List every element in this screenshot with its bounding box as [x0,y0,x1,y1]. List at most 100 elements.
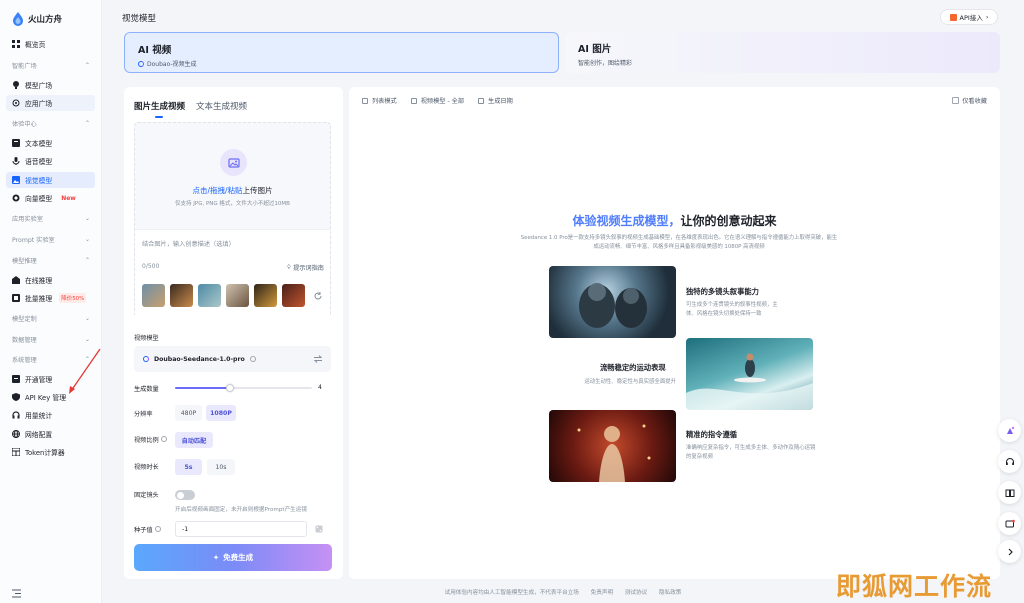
group-system-mgmt[interactable]: 系统管理 ⌃ [12,355,90,364]
doubao-icon [143,356,149,362]
group-model-infer[interactable]: 模型推理 ⌃ [12,256,90,265]
feature-title: 流畅稳定的运动表现 [600,363,666,372]
chevron-up-icon: ⌃ [84,62,90,69]
footer-link-privacy[interactable]: 隐私政策 [659,590,681,596]
hero-title-highlight: 体验视频生成模型， [572,214,681,228]
mode-card-ai-video[interactable]: AI 视频 Doubao-视频生成 [124,32,559,73]
model-name: Doubao-Seedance-1.0-pro [154,355,245,363]
sample-thumbnail[interactable] [226,284,249,307]
sidebar-item-label: 视觉模型 [25,177,53,185]
page-title: 视觉模型 [122,14,157,24]
filter-video-model[interactable]: 视频模型 - 全部 [410,96,464,105]
expand-button[interactable] [998,540,1021,563]
feature-desc: 运动生动性、稳定性与真实感全面提升 [584,379,676,385]
prompt-textarea[interactable]: 结合图片，输入创意描述（选填） 0/500 💡︎ 提示词指南 [135,229,330,318]
assistant-button[interactable] [998,419,1021,442]
sidebar-item-text-model[interactable]: 文本模型 [6,135,95,151]
sidebar: 火山方舟 概览页 智能广场 ⌃ 模型广场 应用广场 体验中心 ⌃ 文本模型 语音模型… [0,0,102,603]
filter-list-mode[interactable]: 列表模式 [362,96,397,105]
prompt-guide-link[interactable]: 💡︎ 提示词指南 [287,263,324,273]
group-label: 体验中心 [12,121,37,128]
assistant-icon [1006,426,1014,434]
support-button[interactable] [998,450,1021,473]
resolution-1080p[interactable]: 1080P [206,405,236,421]
count-value: 4 [318,384,322,391]
sidebar-item-label: 用量统计 [25,412,53,420]
sidebar-item-overview[interactable]: 概览页 [6,36,95,52]
sample-thumbnail[interactable] [282,284,305,307]
hero-description: Seedance 1.0 Pro是一款支持多镜头叙事的视频生成基础模型，在各维度… [520,235,838,250]
footer-link-disclaimer[interactable]: 免责声明 [591,590,613,596]
mode-title: AI 图片 [578,44,612,55]
image-upload-area[interactable]: 点击/拖拽/粘贴上传图片 仅支持 JPG, PNG 格式，文件大小不超过10MB… [134,122,331,318]
sidebar-item-batch-infer[interactable]: 批量推理 降价50% [6,290,95,306]
api-access-button[interactable]: API接入 › [940,9,998,25]
fixed-camera-desc: 开启后视频画面固定，未开启则根据Prompt产生运镜 [175,507,307,513]
sidebar-item-network[interactable]: 网络配置 [6,426,95,442]
feedback-icon [1005,519,1015,527]
brand-logo[interactable]: 火山方舟 [12,12,62,26]
ratio-auto[interactable]: 自动匹配 [175,432,213,448]
sidebar-item-model-square[interactable]: 模型广场 [6,77,95,93]
sidebar-item-token-calc[interactable]: Token计算器 [6,444,95,460]
dice-icon[interactable] [315,525,323,533]
group-label: 模型定制 [12,316,37,323]
feedback-button[interactable] [998,512,1021,535]
mode-card-ai-image[interactable]: AI 图片 智能创作，图绘精彩 [565,32,1000,73]
duration-5s[interactable]: 5s [175,459,202,475]
new-badge: New [61,194,76,202]
group-experience[interactable]: 体验中心 ⌃ [12,119,90,128]
checkbox[interactable] [952,97,960,104]
feature-image-robots [549,266,676,338]
group-label: 模型推理 [12,258,37,265]
discount-badge: 降价50% [59,293,87,303]
text-model-icon [12,139,20,147]
sidebar-item-usage[interactable]: 用量统计 [6,407,95,423]
sample-thumbnail[interactable] [142,284,165,307]
group-label: 智能广场 [12,63,37,70]
sidebar-item-activation[interactable]: 开通管理 [6,371,95,387]
sidebar-item-label: 概览页 [25,41,46,49]
resolution-480p[interactable]: 480P [175,405,202,421]
sidebar-item-voice-model[interactable]: 语音模型 [6,153,95,169]
slider-handle[interactable] [225,384,234,392]
feature-image-dancer [549,410,676,482]
group-prompt-lab[interactable]: Prompt 实验室 ⌄ [12,235,90,244]
doubao-icon [138,60,144,67]
sidebar-item-api-key[interactable]: API Key 管理 [6,389,95,405]
fixed-camera-toggle[interactable] [175,490,195,500]
brand-name: 火山方舟 [28,15,63,25]
seed-input[interactable]: -1 [175,521,307,537]
footer-disclaimer: 试用体验内容均由人工智能模型生成，不代表平台立场 [444,590,579,596]
generate-button[interactable]: ✦ 免费生成 [134,544,332,571]
sidebar-item-online-infer[interactable]: 在线推理 [6,272,95,288]
group-data-mgmt[interactable]: 数据管理 ⌄ [12,335,90,344]
count-slider[interactable] [175,384,312,392]
refresh-icon[interactable] [314,292,322,300]
docs-button[interactable] [998,481,1021,504]
sidebar-item-app-square[interactable]: 应用广场 [6,95,95,111]
sample-thumbnail[interactable] [170,284,193,307]
tab-text-to-video[interactable]: 文本生成视频 [196,100,247,112]
filter-date[interactable]: 生成日期 [478,96,513,105]
sidebar-item-visual-model[interactable]: 视觉模型 [6,172,95,188]
footer-link-test-agreement[interactable]: 测试协议 [625,590,647,596]
swap-icon[interactable] [314,355,322,363]
sample-thumbnail[interactable] [254,284,277,307]
model-select[interactable]: Doubao-Seedance-1.0-pro [134,346,331,372]
sidebar-item-label: 文本模型 [25,140,53,148]
api-button-label: API接入 [959,14,983,22]
tab-image-to-video[interactable]: 图片生成视频 [134,100,185,118]
favorites-only-checkbox[interactable]: 仅看收藏 [952,96,987,105]
seed-label: 种子值 [134,525,161,534]
group-model-custom[interactable]: 模型定制 ⌄ [12,314,90,323]
group-app-lab[interactable]: 应用实验室 ⌄ [12,214,90,223]
sample-thumbnail[interactable] [198,284,221,307]
model-label: 视频模型 [134,335,159,342]
group-smart-square[interactable]: 智能广场 ⌃ [12,61,90,70]
sidebar-item-vector-model[interactable]: 向量模型 New [6,190,95,206]
feature-desc: 准确响应复杂指令，可生成多主体、多动作及随心运镜的复杂视频 [686,445,816,460]
info-icon [249,356,256,362]
duration-label: 视频时长 [134,464,159,471]
duration-10s[interactable]: 10s [207,459,235,475]
